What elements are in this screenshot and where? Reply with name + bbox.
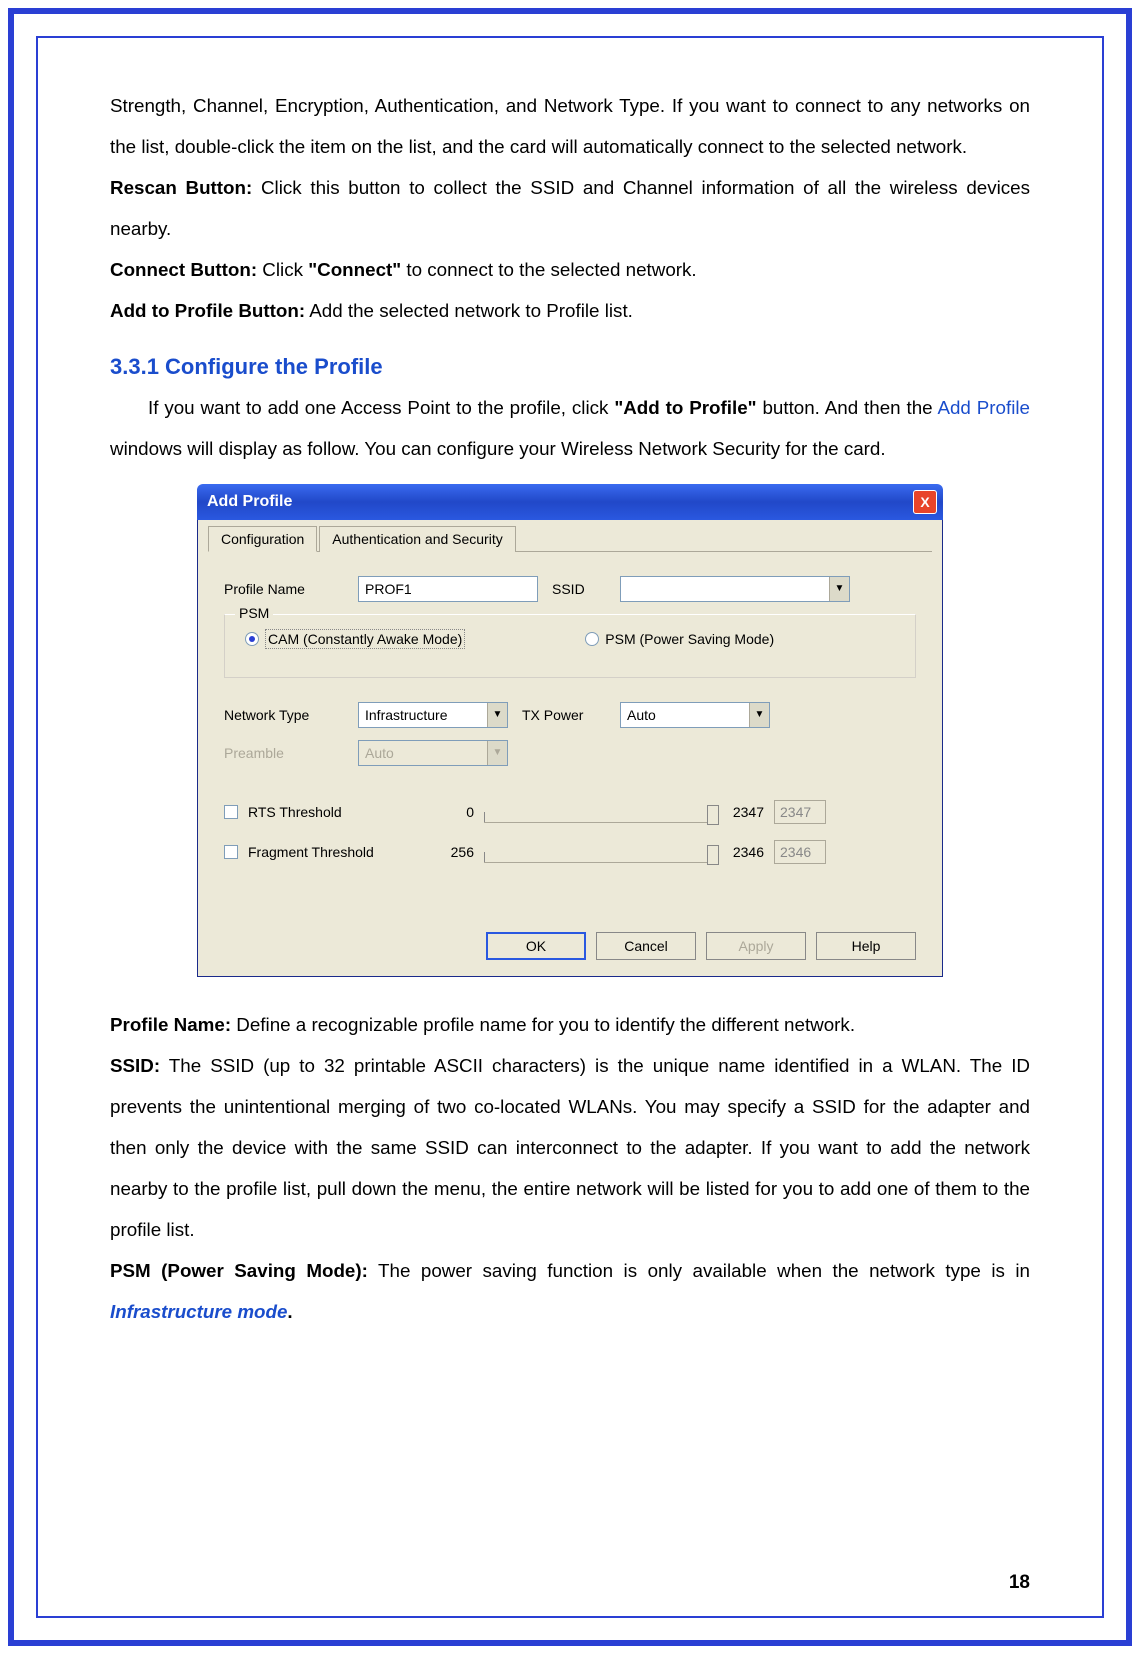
rescan-paragraph: Rescan Button: Click this button to coll… (110, 168, 1030, 250)
connect-paragraph: Connect Button: Click "Connect" to conne… (110, 250, 1030, 291)
fragment-label: Fragment Threshold (248, 844, 374, 860)
tab-configuration[interactable]: Configuration (208, 526, 317, 552)
intro-paragraph: Strength, Channel, Encryption, Authentic… (110, 86, 1030, 168)
ssid-label: SSID (552, 581, 606, 597)
row-nettype-tx: Network Type Infrastructure ▼ TX Power A… (208, 696, 932, 734)
network-type-value: Infrastructure (365, 707, 447, 723)
preamble-dropdown: Auto ▼ (358, 740, 508, 766)
sec-pre: If you want to add one Access Point to t… (148, 397, 614, 418)
section-paragraph: If you want to add one Access Point to t… (110, 388, 1030, 470)
psm-psm-label: PSM (Power Saving Mode) (605, 631, 774, 647)
psm-cam-radio[interactable]: CAM (Constantly Awake Mode) (245, 629, 465, 649)
chevron-down-icon: ▼ (749, 703, 769, 727)
close-icon: X (920, 494, 929, 510)
connect-pre: Click (257, 259, 308, 280)
addprofile-text: Add the selected network to Profile list… (305, 300, 633, 321)
psm-cam-label: CAM (Constantly Awake Mode) (265, 629, 465, 649)
psm-fieldset: PSM CAM (Constantly Awake Mode) PSM (Pow… (224, 614, 916, 678)
preamble-value: Auto (365, 745, 394, 761)
fragment-slider[interactable] (484, 841, 714, 863)
fragment-checkbox[interactable] (224, 845, 238, 859)
dialog-button-row: OK Cancel Apply Help (208, 872, 932, 966)
chevron-down-icon: ▼ (487, 741, 507, 765)
sec-post: button. And then the (757, 397, 938, 418)
dialog-body: Configuration Authentication and Securit… (198, 520, 942, 976)
rts-max: 2347 (724, 804, 764, 820)
rts-label: RTS Threshold (248, 804, 342, 820)
pn-label: Profile Name: (110, 1014, 231, 1035)
connect-post: to connect to the selected network. (401, 259, 696, 280)
dialog-title: Add Profile (207, 493, 292, 511)
chevron-down-icon: ▼ (487, 703, 507, 727)
profile-name-input[interactable] (358, 576, 538, 602)
ssid-dropdown[interactable]: ▼ (620, 576, 850, 602)
psm-radio-row: CAM (Constantly Awake Mode) PSM (Power S… (245, 629, 895, 649)
row-preamble: Preamble Auto ▼ (208, 734, 932, 772)
network-type-dropdown[interactable]: Infrastructure ▼ (358, 702, 508, 728)
rts-min: 0 (434, 804, 474, 820)
connect-bold: "Connect" (308, 259, 401, 280)
radio-unchecked-icon (585, 632, 599, 646)
dialog-titlebar: Add Profile X (197, 484, 943, 520)
row-rts: RTS Threshold 0 2347 2347 (208, 792, 932, 832)
pn-text: Define a recognizable profile name for y… (231, 1014, 855, 1035)
slider-thumb-icon (707, 805, 719, 825)
ssid-desc-label: SSID: (110, 1055, 160, 1076)
page-number: 18 (1009, 1572, 1030, 1594)
fragment-max: 2346 (724, 844, 764, 860)
psm-psm-radio[interactable]: PSM (Power Saving Mode) (585, 629, 774, 649)
row-profile-ssid: Profile Name SSID ▼ (208, 570, 932, 608)
network-type-label: Network Type (224, 707, 344, 723)
preamble-label: Preamble (224, 745, 344, 761)
row-fragment: Fragment Threshold 256 2346 2346 (208, 832, 932, 872)
psm-desc-pre: The power saving function is only availa… (368, 1260, 1030, 1281)
psm-desc-italic: Infrastructure mode (110, 1301, 287, 1322)
chevron-down-icon: ▼ (829, 577, 849, 601)
rts-checkbox[interactable] (224, 805, 238, 819)
psm-desc-label: PSM (Power Saving Mode): (110, 1260, 368, 1281)
tab-auth-security[interactable]: Authentication and Security (319, 526, 515, 552)
rts-slider[interactable] (484, 801, 714, 823)
ok-button[interactable]: OK (486, 932, 586, 960)
close-button[interactable]: X (913, 490, 937, 514)
psm-legend: PSM (235, 605, 273, 621)
tx-power-dropdown[interactable]: Auto ▼ (620, 702, 770, 728)
fragment-min: 256 (434, 844, 474, 860)
tx-power-value: Auto (627, 707, 656, 723)
psm-desc-post: . (287, 1301, 292, 1322)
ssid-desc: SSID: The SSID (up to 32 printable ASCII… (110, 1046, 1030, 1251)
dialog-body-wrap: Configuration Authentication and Securit… (197, 520, 943, 977)
addprofile-paragraph: Add to Profile Button: Add the selected … (110, 291, 1030, 332)
tx-power-label: TX Power (522, 707, 606, 723)
sec-tail: windows will display as follow. You can … (110, 438, 886, 459)
rescan-label: Rescan Button: (110, 177, 252, 198)
fragment-value-box: 2346 (774, 840, 826, 864)
connect-label: Connect Button: (110, 259, 257, 280)
ssid-desc-text: The SSID (up to 32 printable ASCII chara… (110, 1055, 1030, 1240)
slider-thumb-icon (707, 845, 719, 865)
addprofile-label: Add to Profile Button: (110, 300, 305, 321)
apply-button: Apply (706, 932, 806, 960)
cancel-button[interactable]: Cancel (596, 932, 696, 960)
page-content: Strength, Channel, Encryption, Authentic… (110, 86, 1030, 1594)
dialog-screenshot: Add Profile X Configuration Authenticati… (197, 484, 943, 977)
profile-name-label: Profile Name (224, 581, 344, 597)
sec-bold: "Add to Profile" (614, 397, 756, 418)
section-heading: 3.3.1 Configure the Profile (110, 354, 1030, 380)
sec-link: Add Profile (937, 397, 1030, 418)
radio-checked-icon (245, 632, 259, 646)
dialog-tabs: Configuration Authentication and Securit… (208, 526, 932, 552)
help-button[interactable]: Help (816, 932, 916, 960)
psm-desc: PSM (Power Saving Mode): The power savin… (110, 1251, 1030, 1333)
rts-value-box: 2347 (774, 800, 826, 824)
profile-name-desc: Profile Name: Define a recognizable prof… (110, 1005, 1030, 1046)
